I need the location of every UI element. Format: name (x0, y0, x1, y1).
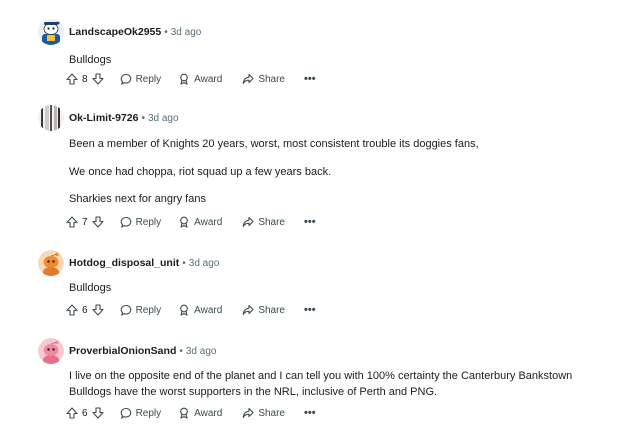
upvote-arrow-icon (66, 407, 78, 419)
separator-dot: • (141, 112, 145, 124)
reply-bubble-icon (120, 73, 131, 85)
separator-dot: • (179, 345, 183, 357)
comment-header: Hotdog_disposal_unit • 3d ago (38, 248, 219, 278)
award-label: Award (194, 73, 223, 85)
upvote-button[interactable] (66, 407, 78, 419)
upvote-button[interactable] (66, 304, 78, 316)
vote-count: 6 (82, 304, 88, 316)
separator-dot: • (182, 257, 186, 269)
separator-dot: • (164, 26, 168, 38)
award-label: Award (194, 216, 223, 228)
reply-label: Reply (135, 216, 162, 228)
award-icon (180, 304, 188, 316)
vote-count: 6 (82, 407, 88, 419)
downvote-arrow-icon (92, 407, 104, 419)
share-label: Share (258, 216, 285, 228)
downvote-button[interactable] (92, 407, 104, 419)
author-name[interactable]: Hotdog_disposal_unit (69, 257, 179, 269)
share-arrow-icon (242, 304, 254, 315)
author-name[interactable]: LandscapeOk2955 (69, 26, 161, 38)
avatar[interactable] (38, 105, 64, 131)
vote-count: 8 (82, 73, 88, 85)
share-button[interactable]: Share (242, 216, 285, 228)
comment-text: We once had choppa, riot squad up a few … (69, 166, 332, 178)
comment-text: Sharkies next for angry fans (69, 193, 206, 205)
timestamp[interactable]: 3d ago (171, 27, 202, 38)
upvote-arrow-icon (66, 304, 78, 316)
upvote-arrow-icon (66, 216, 78, 228)
author-name[interactable]: ProverbialOnionSand (69, 345, 176, 357)
share-button[interactable]: Share (242, 407, 285, 419)
comment-text: Been a member of Knights 20 years, worst… (69, 138, 479, 150)
upvote-arrow-icon (66, 73, 78, 85)
reply-button[interactable]: Reply (120, 407, 162, 419)
upvote-button[interactable] (66, 73, 78, 85)
snoo-avatar-orange-icon (38, 250, 64, 276)
share-button[interactable]: Share (242, 73, 285, 85)
reply-bubble-icon (120, 216, 131, 228)
award-label: Award (194, 407, 223, 419)
award-icon (180, 73, 188, 85)
comment-actions: 7 Reply Award Share ••• (66, 213, 316, 231)
comment-text: Bulldogs (69, 282, 112, 294)
comment-text: I live on the opposite end of the planet… (69, 370, 573, 382)
award-icon (180, 407, 188, 419)
reply-bubble-icon (120, 304, 131, 316)
reply-bubble-icon (120, 407, 131, 419)
more-options-button[interactable]: ••• (304, 216, 316, 228)
share-label: Share (258, 73, 285, 85)
timestamp[interactable]: 3d ago (148, 113, 179, 124)
more-options-button[interactable]: ••• (304, 73, 316, 85)
snoo-avatar-blue-icon (38, 19, 64, 45)
comment-actions: 8 Reply Award Share ••• (66, 70, 316, 88)
reply-button[interactable]: Reply (120, 304, 162, 316)
avatar[interactable] (38, 19, 64, 45)
comment-header: Ok-Limit-9726 • 3d ago (38, 103, 179, 133)
timestamp[interactable]: 3d ago (186, 346, 217, 357)
reply-label: Reply (135, 73, 162, 85)
award-button[interactable]: Award (178, 407, 222, 419)
award-icon (180, 216, 188, 228)
more-options-button[interactable]: ••• (304, 407, 316, 419)
share-button[interactable]: Share (242, 304, 285, 316)
more-options-button[interactable]: ••• (304, 304, 316, 316)
avatar[interactable] (38, 250, 64, 276)
share-arrow-icon (242, 73, 254, 84)
share-label: Share (258, 407, 285, 419)
timestamp[interactable]: 3d ago (189, 258, 220, 269)
comment-actions: 6 Reply Award Share ••• (66, 404, 316, 422)
share-arrow-icon (242, 407, 254, 418)
downvote-arrow-icon (92, 304, 104, 316)
photo-avatar-icon (38, 105, 64, 131)
downvote-button[interactable] (92, 216, 104, 228)
snoo-avatar-pink-icon (38, 338, 64, 364)
comment-actions: 6 Reply Award Share ••• (66, 301, 316, 319)
downvote-arrow-icon (92, 216, 104, 228)
award-button[interactable]: Award (178, 73, 222, 85)
reply-button[interactable]: Reply (120, 216, 162, 228)
comment-header: LandscapeOk2955 • 3d ago (38, 17, 201, 47)
vote-count: 7 (82, 216, 88, 228)
reply-label: Reply (135, 407, 162, 419)
avatar[interactable] (38, 338, 64, 364)
award-label: Award (194, 304, 223, 316)
comment-text: Bulldogs (69, 54, 112, 66)
comment-text: Bulldogs have the worst supporters in th… (69, 386, 438, 398)
downvote-arrow-icon (92, 73, 104, 85)
downvote-button[interactable] (92, 304, 104, 316)
share-label: Share (258, 304, 285, 316)
downvote-button[interactable] (92, 73, 104, 85)
award-button[interactable]: Award (178, 216, 222, 228)
reply-button[interactable]: Reply (120, 73, 162, 85)
upvote-button[interactable] (66, 216, 78, 228)
comment-header: ProverbialOnionSand • 3d ago (38, 336, 216, 366)
author-name[interactable]: Ok-Limit-9726 (69, 112, 138, 124)
share-arrow-icon (242, 216, 254, 227)
comment-thread: LandscapeOk2955 • 3d ago Bulldogs 8 Repl… (0, 0, 634, 430)
award-button[interactable]: Award (178, 304, 222, 316)
reply-label: Reply (135, 304, 162, 316)
